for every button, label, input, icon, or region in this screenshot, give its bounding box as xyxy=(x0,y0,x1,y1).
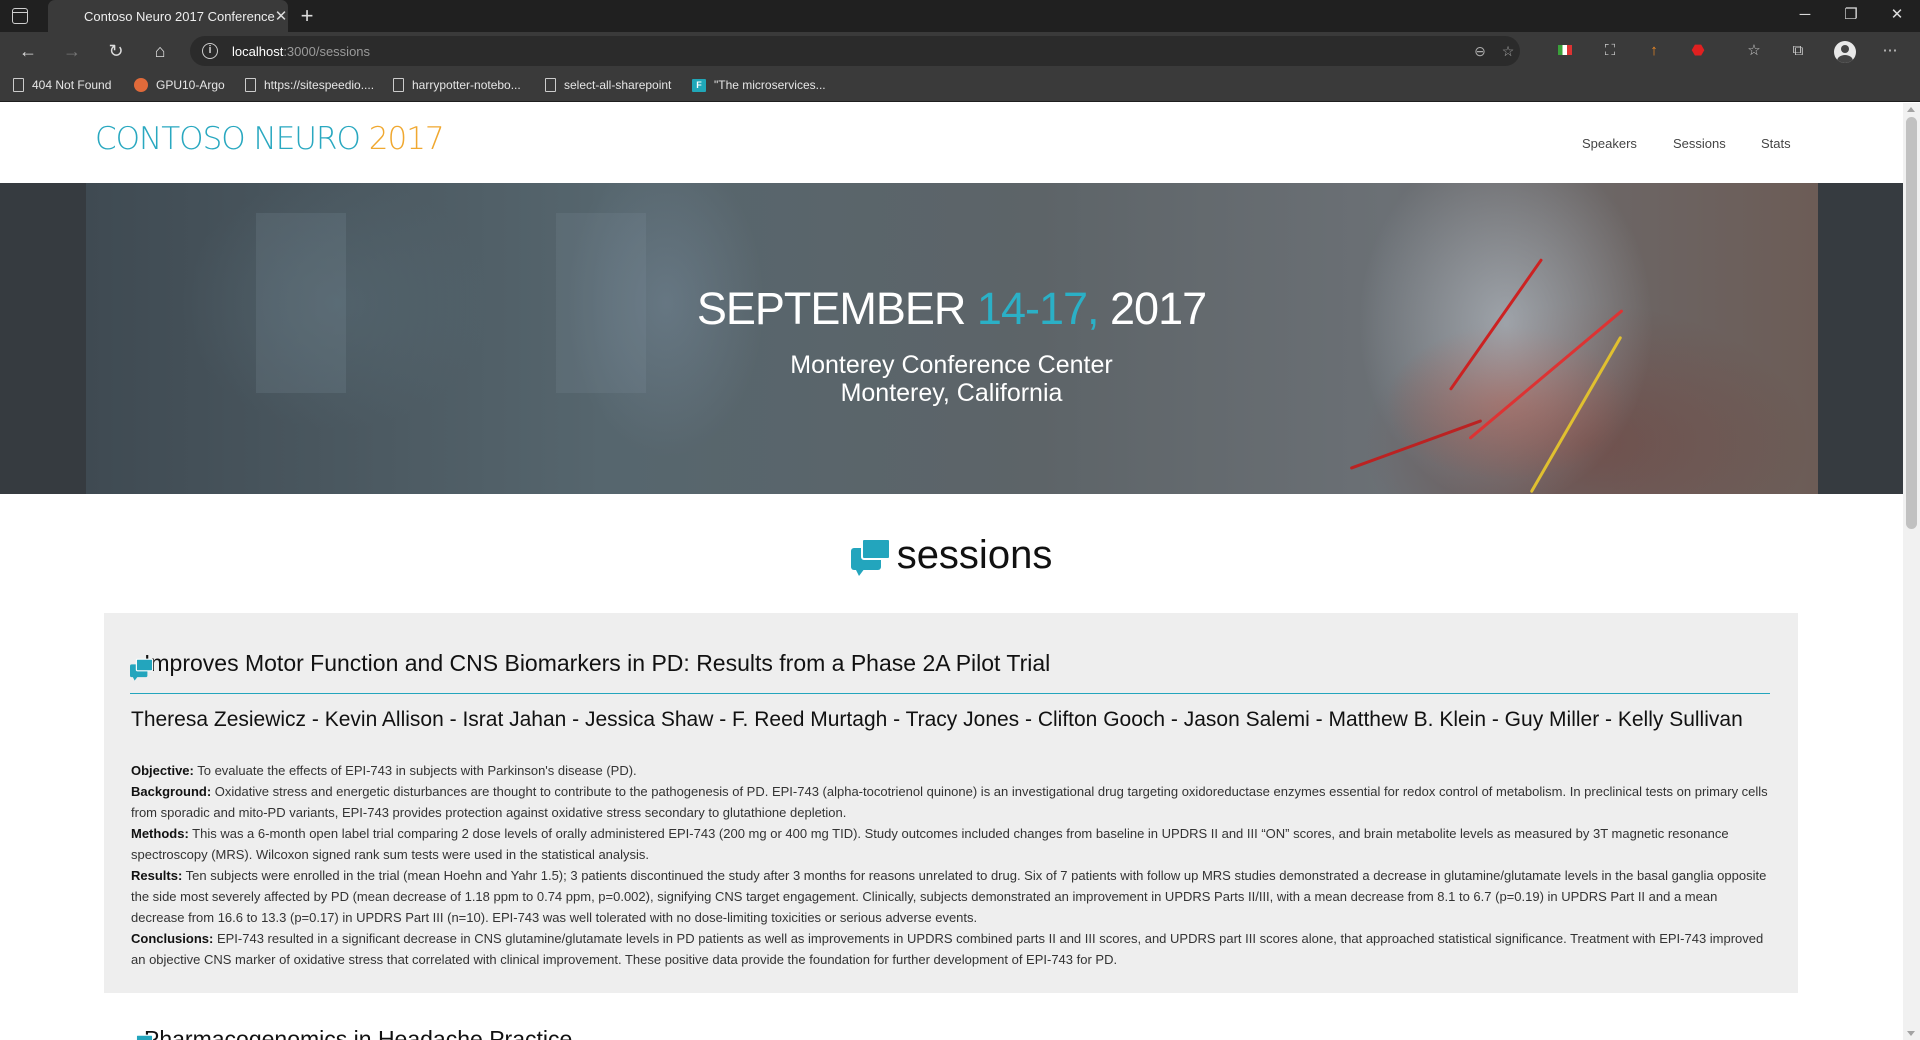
abstract-label: Methods: xyxy=(131,826,189,841)
logo-year: 2017 xyxy=(368,121,445,157)
hero-banner: SEPTEMBER 14-17, 2017 Monterey Conferenc… xyxy=(0,183,1903,494)
add-favorite-icon[interactable]: ☆ xyxy=(1498,41,1518,61)
abstract-label: Conclusions: xyxy=(131,931,214,946)
abstract-text: Ten subjects were enrolled in the trial … xyxy=(131,868,1767,925)
bookmark-label: select-all-sharepoint xyxy=(564,78,672,92)
page-icon xyxy=(13,78,24,92)
bookmark-label: 404 Not Found xyxy=(32,78,112,92)
bookmark-item[interactable]: https://sitespeedio.... xyxy=(245,78,374,92)
abstract-label: Objective: xyxy=(131,763,194,778)
page-icon xyxy=(245,78,256,92)
session-abstract: Objective: To evaluate the effects of EP… xyxy=(131,760,1771,970)
bookmark-item[interactable]: GPU10-Argo xyxy=(134,78,225,92)
page-scrollbar[interactable] xyxy=(1903,103,1920,1040)
page-viewport: CONTOSO NEURO 2017 Speakers Sessions Sta… xyxy=(0,103,1903,1040)
microservices-icon: F xyxy=(692,78,706,92)
tab-close-icon[interactable]: ✕ xyxy=(275,7,288,25)
site-header: CONTOSO NEURO 2017 Speakers Sessions Sta… xyxy=(0,103,1903,183)
browser-toolbar: ← → ↻ ⌂ i localhost:3000/sessions ⊖ ☆ ⛶ … xyxy=(0,32,1920,70)
profile-avatar[interactable] xyxy=(1834,41,1856,63)
nav-stats[interactable]: Stats xyxy=(1761,136,1791,151)
address-host: localhost xyxy=(232,44,284,59)
abstract-label: Results: xyxy=(131,868,183,883)
page-icon xyxy=(393,78,404,92)
abstract-objective: Objective: To evaluate the effects of EP… xyxy=(131,760,1771,781)
abstract-text: EPI-743 resulted in a significant decrea… xyxy=(131,931,1764,967)
browser-tab[interactable]: Contoso Neuro 2017 Conference ✕ xyxy=(48,0,288,32)
bookmark-label: GPU10-Argo xyxy=(156,78,225,92)
bookmark-item[interactable]: harrypotter-notebo... xyxy=(393,78,521,92)
restore-icon[interactable]: ❐ xyxy=(1828,0,1874,32)
scroll-up-icon[interactable] xyxy=(1907,107,1915,112)
bookmark-item[interactable]: F "The microservices... xyxy=(692,78,826,92)
tab-title: Contoso Neuro 2017 Conference xyxy=(84,8,275,24)
conference-dates: SEPTEMBER 14-17, 2017 xyxy=(0,283,1903,335)
sessions-heading: sessions xyxy=(0,533,1903,578)
session-title-text: Improves Motor Function and CNS Biomarke… xyxy=(144,650,1051,676)
logo-text: CONTOSO NEURO xyxy=(95,121,369,157)
session-title-text: Pharmacogenomics in Headache Practice xyxy=(144,1026,573,1040)
extension-record-icon[interactable]: ⬣ xyxy=(1688,41,1708,61)
sessions-heading-text: sessions xyxy=(896,533,1053,577)
bookmark-item[interactable]: select-all-sharepoint xyxy=(545,78,671,92)
back-icon[interactable]: ← xyxy=(14,38,42,64)
chat-icon xyxy=(130,1034,154,1040)
minimize-icon[interactable]: ─ xyxy=(1782,0,1828,32)
abstract-conclusions: Conclusions: EPI-743 resulted in a signi… xyxy=(131,928,1771,970)
nav-sessions[interactable]: Sessions xyxy=(1673,136,1726,151)
bookmarks-bar: 404 Not Found GPU10-Argo https://sitespe… xyxy=(0,70,1920,102)
abstract-text: To evaluate the effects of EPI-743 in su… xyxy=(193,763,637,778)
session-authors: Theresa Zesiewicz - Kevin Allison - Isra… xyxy=(131,708,1743,731)
abstract-background: Background: Oxidative stress and energet… xyxy=(131,781,1771,823)
abstract-results: Results: Ten subjects were enrolled in t… xyxy=(131,865,1771,928)
extension-flag-icon[interactable] xyxy=(1555,41,1575,61)
extension-upload-icon[interactable]: ↑ xyxy=(1644,41,1664,61)
address-bar[interactable]: i localhost:3000/sessions ⊖ ☆ xyxy=(190,36,1520,66)
scroll-thumb[interactable] xyxy=(1906,117,1917,529)
bookmark-item[interactable]: 404 Not Found xyxy=(13,78,111,92)
extension-screenshot-icon[interactable]: ⛶ xyxy=(1600,41,1620,61)
collections-icon[interactable]: ⧉ xyxy=(1788,41,1808,61)
venue-location: Monterey, California xyxy=(840,379,1063,407)
argo-icon xyxy=(134,78,148,92)
zoom-out-icon[interactable]: ⊖ xyxy=(1470,41,1490,61)
session-card: Improves Motor Function and CNS Biomarke… xyxy=(104,613,1798,993)
site-info-icon[interactable]: i xyxy=(202,43,218,59)
favorites-icon[interactable]: ☆ xyxy=(1744,41,1764,61)
close-window-icon[interactable]: ✕ xyxy=(1874,0,1920,32)
more-menu-icon[interactable]: ⋯ xyxy=(1880,41,1900,61)
home-icon[interactable]: ⌂ xyxy=(146,38,174,64)
site-logo[interactable]: CONTOSO NEURO 2017 xyxy=(95,121,445,157)
nav-speakers[interactable]: Speakers xyxy=(1582,136,1637,151)
session-title[interactable]: Improves Motor Function and CNS Biomarke… xyxy=(130,650,1770,694)
abstract-text: This was a 6-month open label trial comp… xyxy=(131,826,1729,862)
browser-tab-bar: Contoso Neuro 2017 Conference ✕ + ─ ❐ ✕ xyxy=(0,0,1920,32)
venue-name: Monterey Conference Center xyxy=(790,351,1113,379)
tab-actions-icon[interactable] xyxy=(12,8,28,24)
bookmark-label: "The microservices... xyxy=(714,78,826,92)
abstract-text: Oxidative stress and energetic disturban… xyxy=(131,784,1768,820)
scroll-down-icon[interactable] xyxy=(1907,1031,1915,1036)
abstract-methods: Methods: This was a 6-month open label t… xyxy=(131,823,1771,865)
new-tab-icon[interactable]: + xyxy=(294,3,320,29)
address-path: :3000/sessions xyxy=(283,44,371,59)
bookmark-label: harrypotter-notebo... xyxy=(412,78,521,92)
bookmark-label: https://sitespeedio.... xyxy=(264,78,375,92)
venue: Monterey Conference Center Monterey, Cal… xyxy=(0,351,1903,407)
date-month: SEPTEMBER xyxy=(696,283,977,334)
session-title[interactable]: Pharmacogenomics in Headache Practice xyxy=(130,1026,572,1040)
hero-text: SEPTEMBER 14-17, 2017 Monterey Conferenc… xyxy=(0,183,1903,494)
address-text: localhost:3000/sessions xyxy=(232,44,370,59)
refresh-icon[interactable]: ↻ xyxy=(102,38,130,64)
page-icon xyxy=(545,78,556,92)
forward-icon[interactable]: → xyxy=(58,38,86,64)
date-days: 14-17, xyxy=(976,283,1111,334)
chat-icon xyxy=(850,538,893,577)
chat-icon xyxy=(130,658,154,681)
date-year: 2017 xyxy=(1110,283,1207,334)
abstract-label: Background: xyxy=(131,784,212,799)
